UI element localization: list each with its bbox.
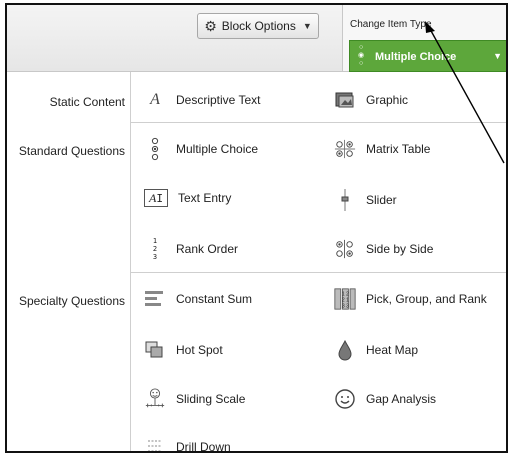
menu-item-side-by-side[interactable]: Side by Side bbox=[334, 238, 433, 260]
drill-down-icon bbox=[144, 436, 166, 451]
block-options-button[interactable]: ⚙ Block Options ▼ bbox=[197, 13, 319, 39]
menu-item-label: Constant Sum bbox=[176, 292, 253, 306]
menu-item-label: Rank Order bbox=[176, 242, 239, 256]
multiple-choice-icon bbox=[144, 137, 166, 161]
menu-item-text-entry[interactable]: AI Text Entry bbox=[144, 189, 231, 207]
menu-item-descriptive-text[interactable]: A Descriptive Text bbox=[144, 89, 260, 111]
smiley-icon bbox=[334, 388, 356, 410]
pick-group-rank-icon: 1 22 13 3 bbox=[334, 288, 356, 310]
category-static-content: Static Content bbox=[49, 95, 125, 109]
category-specialty-questions: Specialty Questions bbox=[18, 294, 125, 308]
menu-divider bbox=[130, 72, 131, 451]
menu-item-multiple-choice[interactable]: Multiple Choice bbox=[144, 137, 259, 161]
menu-item-label: Slider bbox=[366, 193, 397, 207]
slider-icon bbox=[334, 189, 356, 211]
menu-item-label: Pick, Group, and Rank bbox=[366, 292, 487, 306]
hot-spot-icon bbox=[144, 339, 166, 361]
item-type-dropdown[interactable]: ○ ◉ ○ Multiple Choice ▼ bbox=[349, 40, 506, 72]
constant-sum-icon bbox=[144, 288, 166, 310]
menu-item-matrix-table[interactable]: Matrix Table bbox=[334, 138, 430, 160]
toolbar: ⚙ Block Options ▼ Change Item Type ○ ◉ ○ M… bbox=[7, 5, 506, 72]
side-by-side-icon bbox=[334, 238, 356, 260]
category-standard-questions: Standard Questions bbox=[18, 144, 125, 158]
image-icon bbox=[334, 89, 356, 111]
svg-text:3 3: 3 3 bbox=[342, 303, 349, 309]
menu-item-hot-spot[interactable]: Hot Spot bbox=[144, 339, 223, 361]
menu-item-sliding-scale[interactable]: Sliding Scale bbox=[144, 388, 245, 410]
menu-item-label: Graphic bbox=[366, 93, 409, 107]
menu-item-graphic[interactable]: Graphic bbox=[334, 89, 408, 111]
change-item-type-label: Change Item Type bbox=[350, 19, 432, 30]
gear-icon: ⚙ bbox=[204, 17, 217, 34]
menu-item-label: Hot Spot bbox=[176, 343, 223, 357]
menu-item-label: Side by Side bbox=[366, 242, 434, 256]
multiple-choice-icon: ○ ◉ ○ bbox=[358, 44, 365, 67]
chevron-down-icon: ▼ bbox=[302, 21, 312, 31]
menu-item-label: Drill Down bbox=[176, 440, 231, 453]
menu-item-slider[interactable]: Slider bbox=[334, 189, 397, 211]
menu-item-drill-down[interactable]: Drill Down bbox=[144, 436, 231, 453]
menu-item-constant-sum[interactable]: Constant Sum bbox=[144, 288, 252, 310]
text-a-icon: A bbox=[150, 91, 160, 108]
menu-item-label: Gap Analysis bbox=[366, 392, 437, 406]
menu-item-label: Text Entry bbox=[178, 191, 232, 205]
menu-item-label: Sliding Scale bbox=[176, 392, 246, 406]
menu-item-label: Matrix Table bbox=[366, 142, 431, 156]
menu-item-heat-map[interactable]: Heat Map bbox=[334, 339, 418, 361]
menu-item-label: Heat Map bbox=[366, 343, 419, 357]
rank-order-icon: 123 bbox=[152, 237, 158, 261]
matrix-table-icon bbox=[334, 138, 356, 160]
menu-item-label: Multiple Choice bbox=[176, 142, 259, 156]
menu-item-rank-order[interactable]: 123 Rank Order bbox=[144, 237, 239, 261]
text-entry-icon: AI bbox=[144, 189, 168, 207]
menu-item-label: Descriptive Text bbox=[176, 93, 261, 107]
menu-item-gap-analysis[interactable]: Gap Analysis bbox=[334, 388, 436, 410]
chevron-down-icon: ▼ bbox=[493, 51, 502, 61]
item-type-value: Multiple Choice bbox=[375, 51, 457, 63]
heat-map-icon bbox=[334, 339, 356, 361]
block-options-label: Block Options bbox=[221, 19, 296, 33]
menu-item-pick-group-rank[interactable]: 1 22 13 3 Pick, Group, and Rank bbox=[334, 288, 487, 310]
item-type-menu: Static Content Standard Questions Specia… bbox=[7, 72, 506, 453]
menu-divider bbox=[130, 122, 506, 123]
app-frame: ⚙ Block Options ▼ Change Item Type ○ ◉ ○ M… bbox=[5, 3, 508, 453]
menu-divider bbox=[130, 272, 506, 273]
sliding-scale-icon bbox=[144, 388, 166, 410]
